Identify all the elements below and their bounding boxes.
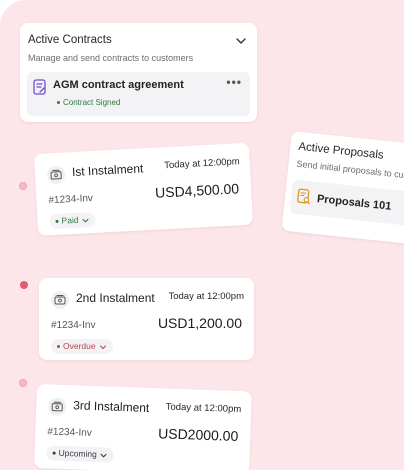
- proposal-name: Proposals 101: [316, 193, 392, 213]
- status-text: Paid: [61, 214, 79, 226]
- document-search-icon: [297, 188, 310, 205]
- instalment-card-3[interactable]: 3rd Instalment Today at 12:00pm #1234-In…: [34, 384, 252, 470]
- invoice-number: #1234-Inv: [48, 192, 94, 207]
- instalment-card-1[interactable]: Ist Instalment Today at 12:00pm #1234-In…: [34, 142, 253, 236]
- invoice-number: #1234-Inv: [51, 320, 96, 331]
- chevron-down-icon[interactable]: [235, 35, 247, 47]
- instalment-amount: USD2000.00: [157, 425, 239, 445]
- instalment-amount: USD1,200.00: [157, 315, 242, 331]
- invoice-number: #1234-Inv: [47, 426, 92, 439]
- status-dropdown[interactable]: Upcoming: [46, 445, 115, 463]
- money-stack-icon: [51, 291, 69, 309]
- instalment-time: Today at 12:00pm: [165, 401, 242, 416]
- instalment-time: Today at 12:00pm: [168, 291, 244, 302]
- timeline-dot: [19, 379, 27, 387]
- more-horizontal-icon[interactable]: •••: [226, 75, 242, 89]
- timeline-dot: [19, 182, 27, 190]
- contract-name: AGM contract agreement: [53, 79, 184, 91]
- active-proposals-subtitle: Send initial proposals to cust: [296, 158, 404, 181]
- proposal-item[interactable]: Proposals 101: [289, 179, 404, 229]
- active-contracts-card: Active Contracts Manage and send contrac…: [20, 23, 257, 122]
- money-stack-icon: [46, 165, 66, 185]
- app-canvas: Active Contracts Manage and send contrac…: [0, 0, 404, 470]
- money-stack-icon: [47, 397, 67, 417]
- status-text: Upcoming: [58, 447, 98, 460]
- status-dropdown[interactable]: Paid: [49, 211, 96, 230]
- document-edit-icon: [33, 79, 46, 95]
- contract-item[interactable]: AGM contract agreement ••• Contract Sign…: [27, 72, 250, 116]
- chevron-down-icon: [100, 453, 107, 458]
- timeline-dot-active: [20, 281, 28, 289]
- chevron-down-icon: [82, 218, 89, 223]
- instalment-card-2[interactable]: 2nd Instalment Today at 12:00pm #1234-In…: [39, 278, 254, 360]
- active-contracts-title: Active Contracts: [28, 34, 112, 46]
- active-contracts-subtitle: Manage and send contracts to customers: [28, 53, 194, 63]
- contract-status-badge: Contract Signed: [57, 98, 120, 107]
- instalment-name: 2nd Instalment: [76, 291, 155, 305]
- contract-status-text: Contract Signed: [63, 98, 121, 107]
- instalment-name: Ist Instalment: [71, 161, 144, 180]
- instalment-amount: USD4,500.00: [154, 180, 240, 201]
- chevron-down-icon: [99, 345, 106, 350]
- status-text: Overdue: [63, 341, 96, 351]
- instalment-name: 3rd Instalment: [73, 398, 150, 415]
- instalment-time: Today at 12:00pm: [163, 156, 240, 172]
- status-dropdown[interactable]: Overdue: [51, 339, 113, 354]
- active-proposals-title: Active Proposals: [297, 140, 385, 162]
- active-proposals-card: Active Proposals Send initial proposals …: [281, 131, 404, 248]
